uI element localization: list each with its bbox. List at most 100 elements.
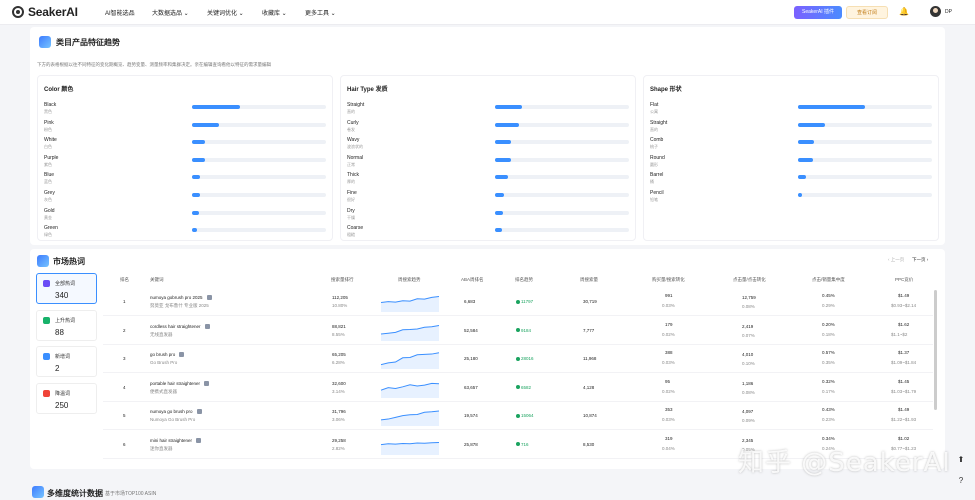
search-rank-cell: 65,205: [332, 352, 346, 357]
column-header[interactable]: 点击/销量集中度: [812, 277, 845, 283]
nav-bigdata-label: 大数据选品: [152, 11, 183, 17]
nav-keyword[interactable]: 关键词优化 ⌄: [207, 8, 244, 17]
table-row[interactable]: 3 go brush pro Go Brush Pro 65,205 6.28% 25,1…: [103, 345, 933, 373]
feature-name: Gold: [44, 207, 55, 214]
stat-value: 88: [55, 327, 64, 337]
keyword-cell[interactable]: portable hair straightener: [150, 381, 200, 386]
market-title: 市场热词: [53, 257, 85, 266]
feature-row: Dry 干燥: [347, 208, 632, 225]
rank-cell: 5: [123, 413, 126, 418]
feature-name-cn: 蓝色: [44, 179, 52, 185]
stat-card[interactable]: 降温词 250: [36, 382, 97, 414]
nav-ai-selection[interactable]: AI智能选品: [105, 8, 135, 17]
table-row[interactable]: 5 numoya go brush pro Numoya Go Brush Pro 3…: [103, 402, 933, 430]
keyword-cell[interactable]: numoya gobrush pro 2025: [150, 295, 203, 300]
stat-icon: [43, 389, 50, 397]
feature-row: Thick 厚的: [347, 172, 632, 189]
click-rate-cell: 0.10%: [742, 361, 755, 366]
subscribe-button[interactable]: 查看订阅: [846, 6, 888, 19]
feature-bar-track: [192, 122, 326, 127]
search-rank-pct-cell: 8.55%: [332, 331, 345, 337]
feature-name-cn: 紫色: [44, 161, 52, 167]
nav-more-label: 更多工具: [305, 11, 330, 17]
keyword-cell[interactable]: cordless hair straightener: [150, 324, 201, 329]
copy-icon[interactable]: [204, 380, 209, 386]
concentration2-cell: 0.23%: [822, 417, 835, 422]
feature-row: Fine 很好: [347, 190, 632, 207]
column-header[interactable]: PPC竞价: [895, 277, 913, 283]
back-to-top-icon[interactable]: ⬆: [955, 455, 967, 467]
table-scrollbar[interactable]: [934, 290, 937, 410]
feature-row: Green 绿色: [44, 225, 329, 242]
stat-value: 340: [55, 291, 69, 300]
feature-name: Straight: [650, 119, 668, 126]
next-page-label: 下一页: [912, 257, 926, 262]
nav-keyword-label: 关键词优化: [207, 11, 238, 17]
feature-bar-track: [798, 140, 932, 145]
copy-icon[interactable]: [205, 323, 210, 329]
column-header[interactable]: ABA周排名: [461, 277, 484, 283]
feature-bar-track: [798, 193, 932, 197]
aba-rank-cell: 63,657: [464, 384, 478, 390]
search-rank-cell: 88,821: [332, 323, 346, 329]
user-name[interactable]: DP: [945, 9, 952, 15]
extension-button[interactable]: SeakerAI 插件: [794, 6, 842, 19]
purchase-rate-cell: 0.03%: [662, 303, 675, 308]
feature-name-cn: 灰色: [44, 197, 52, 202]
table-row[interactable]: 1 numoya gobrush pro 2025 努莫亚 戈布鲁什 专业版 202…: [103, 288, 933, 316]
nav-bigdata[interactable]: 大数据选品 ⌄: [152, 8, 189, 17]
feature-name: Straight: [347, 102, 365, 108]
logo-icon: [12, 6, 24, 18]
feature-row: Gold 黄金: [44, 208, 329, 225]
rank-cell: 6: [123, 441, 126, 447]
copy-icon[interactable]: [179, 352, 184, 357]
keyword-cell[interactable]: numoya go brush pro: [150, 409, 193, 414]
column-header[interactable]: 关键词: [150, 277, 164, 283]
feature-bar-track: [192, 175, 326, 180]
keyword-cell[interactable]: mini hair straightener: [150, 438, 192, 443]
feature-bar-track: [192, 105, 326, 109]
feature-name-cn: 梳子: [650, 144, 658, 150]
next-page-button[interactable]: 下一页 ›: [912, 257, 928, 263]
feature-bar-track: [192, 140, 326, 145]
feature-name: White: [44, 137, 57, 144]
logo[interactable]: SeakerAI: [12, 5, 78, 19]
copy-icon[interactable]: [207, 295, 212, 300]
copy-icon[interactable]: [196, 437, 201, 443]
column-header[interactable]: 周搜索量: [580, 277, 598, 283]
copy-icon[interactable]: [197, 409, 202, 414]
column-header[interactable]: 排名: [120, 277, 129, 283]
color-panel-title: Color 颜色: [44, 87, 74, 93]
feature-name-cn: 黄金: [44, 214, 52, 220]
avatar[interactable]: [930, 6, 941, 17]
table-row[interactable]: 4 portable hair straightener 便携式直发器 32,600 3…: [103, 374, 933, 402]
concentration2-cell: 0.17%: [822, 388, 835, 394]
feature-name: Green: [44, 225, 58, 232]
column-header[interactable]: 点击量/点击转化: [733, 277, 766, 283]
nav-favorites[interactable]: 收藏库 ⌄: [262, 8, 287, 17]
bell-icon[interactable]: 🔔: [899, 7, 909, 16]
concentration2-cell: 0.18%: [822, 331, 835, 337]
trend-sparkline: [380, 441, 440, 455]
feature-bar-track: [495, 122, 629, 127]
stat-card[interactable]: 新增词 2: [36, 346, 97, 377]
stat-card[interactable]: 全部热词 340: [36, 273, 97, 304]
column-header[interactable]: 搜索量排行: [331, 277, 354, 283]
column-header[interactable]: 周搜索趋势: [398, 277, 421, 283]
table-row[interactable]: 2 cordless hair straightener 无线直发器 88,821 8.…: [103, 317, 933, 345]
keyword-cell[interactable]: go brush pro: [150, 352, 175, 357]
help-icon[interactable]: ?: [955, 476, 967, 488]
stat-card[interactable]: 上升热词 88: [36, 309, 97, 341]
keyword-cn-cell: Numoya Go Brush Pro: [150, 417, 196, 422]
nav-more-tools[interactable]: 更多工具 ⌄: [305, 8, 336, 17]
search-rank-cell: 31,796: [332, 409, 346, 414]
prev-page-button[interactable]: ‹ 上一页: [888, 257, 904, 263]
ppc-range-cell: $1.22~$1.93: [891, 417, 917, 422]
feature-name: Normal: [347, 154, 364, 161]
column-header[interactable]: 排名趋势: [515, 277, 533, 283]
market-icon: [37, 255, 49, 267]
concentration-cell: 0.34%: [822, 435, 835, 441]
column-header[interactable]: 购买量/搜索转化: [652, 277, 685, 283]
feature-row: Pencil 铅笔: [650, 190, 935, 207]
rank-trend-cell: 15064: [516, 413, 534, 418]
